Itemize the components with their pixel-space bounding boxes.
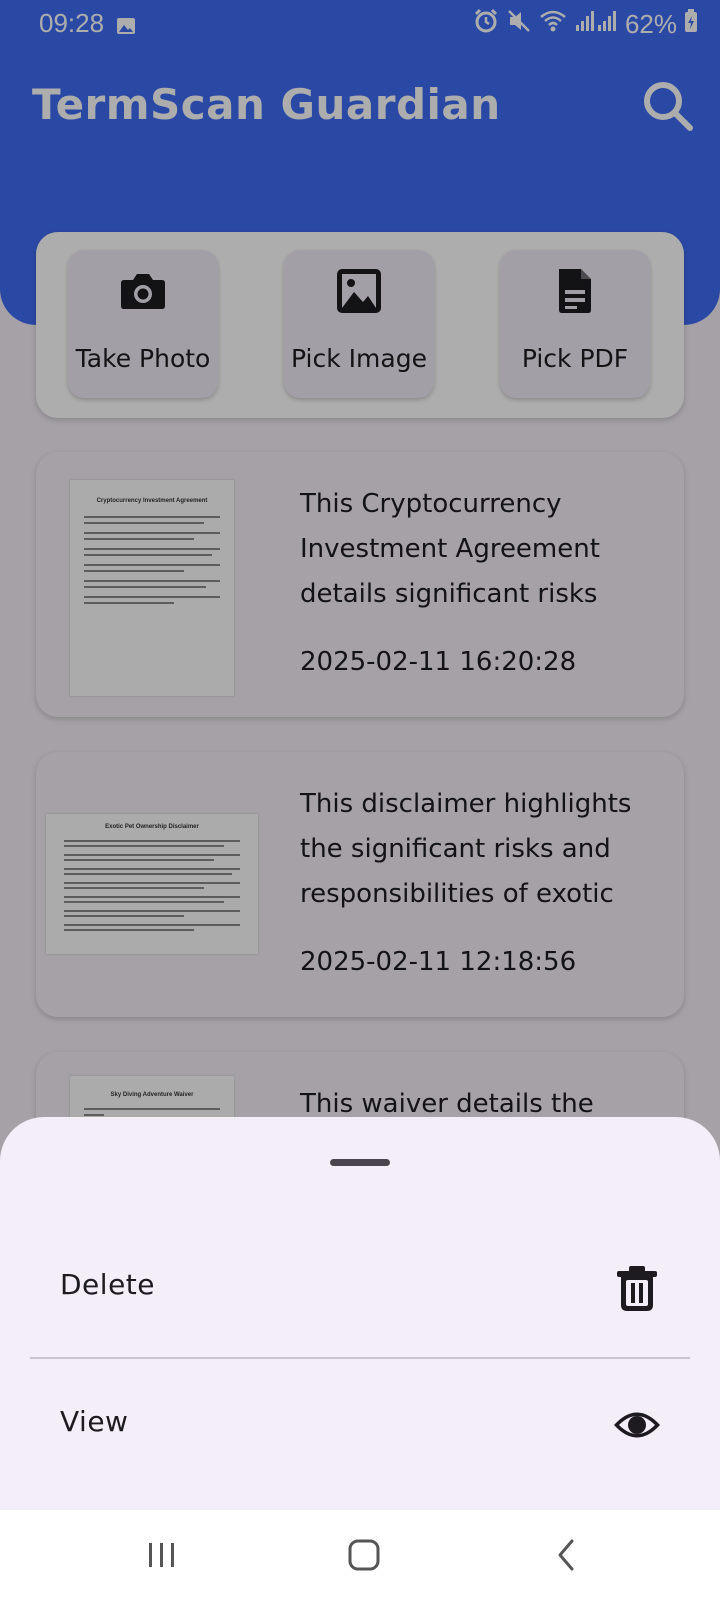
home-button[interactable]	[334, 1530, 394, 1580]
app-screen: 09:28 62% TermScan Guardian Take Photo P…	[0, 0, 720, 1600]
view-label: View	[60, 1405, 129, 1438]
view-option[interactable]: View	[0, 1366, 720, 1486]
recent-apps-button[interactable]	[132, 1530, 192, 1580]
bottom-sheet: Delete View	[0, 1117, 720, 1510]
back-button[interactable]	[536, 1530, 596, 1580]
divider	[30, 1357, 690, 1359]
recent-apps-icon	[149, 1543, 174, 1567]
trash-icon	[617, 1266, 657, 1311]
drag-handle[interactable]	[330, 1159, 390, 1166]
delete-label: Delete	[60, 1268, 155, 1301]
system-navigation-bar	[0, 1510, 720, 1600]
home-icon	[348, 1539, 380, 1571]
back-icon	[558, 1539, 574, 1571]
delete-option[interactable]: Delete	[0, 1229, 720, 1349]
eye-icon	[614, 1412, 660, 1438]
